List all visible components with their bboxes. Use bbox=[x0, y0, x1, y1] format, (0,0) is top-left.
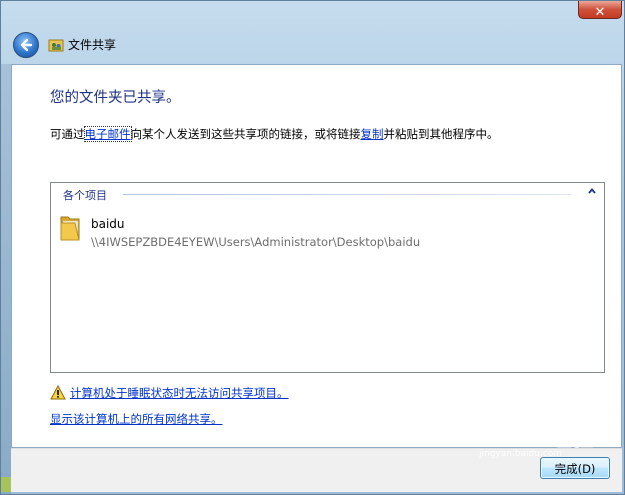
folder-icon bbox=[59, 213, 81, 243]
group-divider bbox=[123, 194, 571, 195]
back-button[interactable] bbox=[13, 32, 39, 58]
dialog-window: ✕ 文件共享 您的文件夹已共享。 可通过电子邮件向某个人发送到这些共享项的链接，… bbox=[0, 0, 625, 495]
copy-link[interactable]: 复制 bbox=[361, 127, 384, 141]
item-name[interactable]: baidu bbox=[91, 217, 125, 231]
shared-items-list[interactable]: 各个项目 baidu \\4IWSEPZBDE4EYEW\Users\Admin… bbox=[50, 182, 605, 373]
item-path: \\4IWSEPZBDE4EYEW\Users\Administrator\De… bbox=[91, 235, 421, 249]
file-sharing-icon bbox=[48, 37, 64, 53]
description-text: 可通过电子邮件向某个人发送到这些共享项的链接，或将链接复制并粘贴到其他程序中。 bbox=[50, 126, 499, 142]
page-heading: 您的文件夹已共享。 bbox=[50, 90, 181, 106]
left-edge-mark bbox=[1, 477, 11, 492]
close-button[interactable]: ✕ bbox=[578, 1, 622, 20]
group-header-label: 各个项目 bbox=[63, 189, 107, 202]
warning-icon bbox=[50, 384, 66, 400]
description-middle: 向某个人发送到这些共享项的链接，或将链接 bbox=[130, 127, 361, 141]
description-suffix: 并粘贴到其他程序中。 bbox=[383, 127, 499, 141]
show-network-shares-link[interactable]: 显示该计算机上的所有网络共享。 bbox=[50, 411, 223, 427]
sleep-warning-link[interactable]: 计算机处于睡眠状态时无法访问共享项目。 bbox=[70, 385, 289, 401]
content-pane: 您的文件夹已共享。 可通过电子邮件向某个人发送到这些共享项的链接，或将链接复制并… bbox=[11, 64, 622, 448]
window-title: 文件共享 bbox=[68, 38, 117, 52]
email-link[interactable]: 电子邮件 bbox=[83, 126, 132, 142]
chevron-up-icon[interactable] bbox=[586, 186, 598, 198]
left-border bbox=[1, 64, 11, 494]
description-prefix: 可通过 bbox=[50, 127, 85, 141]
back-arrow-icon bbox=[20, 38, 33, 52]
close-icon: ✕ bbox=[594, 5, 606, 20]
baidu-watermark: Baidu经验 jingyan.baidu.com bbox=[479, 421, 609, 471]
